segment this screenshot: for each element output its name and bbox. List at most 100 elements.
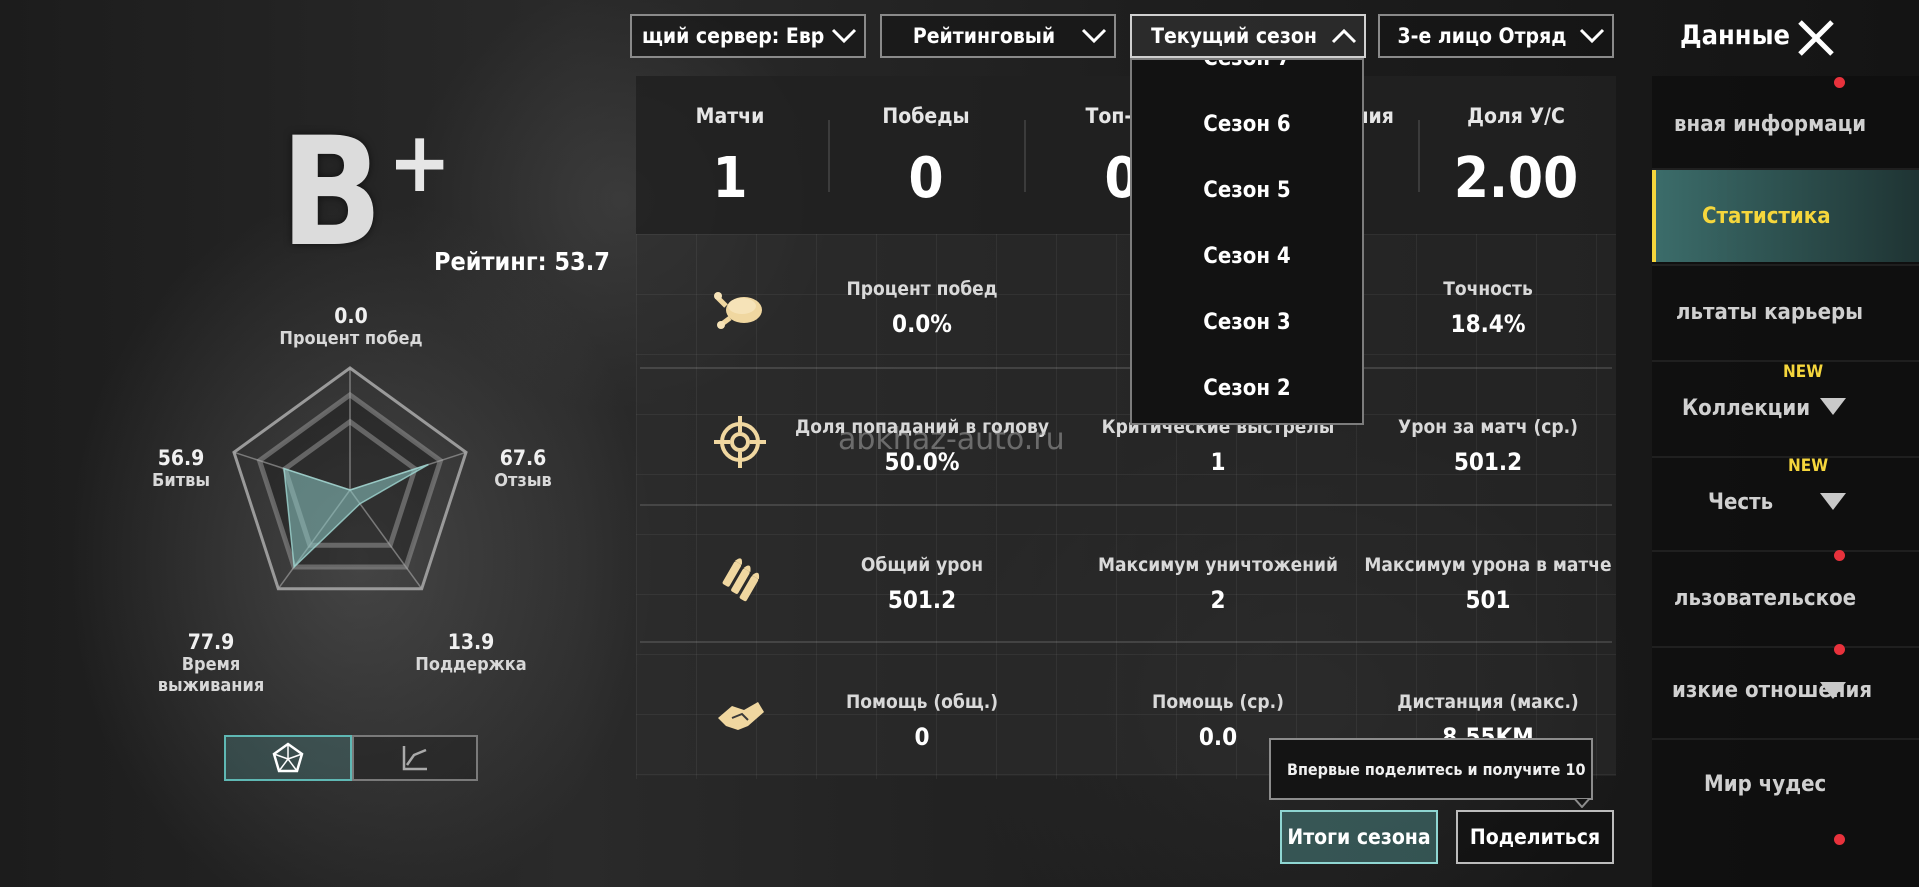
radar-name: Битвы xyxy=(152,470,210,491)
sidebar-item-relations[interactable]: изкие отношения xyxy=(1652,644,1919,736)
tooltip-arrow xyxy=(1574,798,1590,808)
row-divider xyxy=(640,641,1612,643)
stat-value: 501.2 xyxy=(1453,448,1523,476)
radar-name: Поддержка xyxy=(415,654,527,675)
radar-value: 13.9 xyxy=(447,630,495,654)
chevron-down-icon xyxy=(1820,398,1846,415)
stat-label: Общий урон xyxy=(860,554,984,576)
stat-value: 501.2 xyxy=(887,586,957,614)
crosshair-icon xyxy=(712,414,768,470)
server-dropdown-label: щий сервер: Европ xyxy=(642,24,824,48)
notification-dot xyxy=(1834,77,1845,88)
ammo-icon xyxy=(712,552,768,608)
summary-value: 0 xyxy=(908,146,944,211)
radar-value: 56.9 xyxy=(157,446,205,470)
mode-dropdown[interactable]: Рейтинговый xyxy=(880,14,1116,58)
line-view-toggle[interactable] xyxy=(352,735,478,781)
season-option[interactable]: Сезон 3 xyxy=(1132,310,1362,335)
sidebar-item-overview[interactable]: вная информаци xyxy=(1652,78,1919,170)
sidebar-item-label: льзовательское xyxy=(1674,585,1857,611)
stat-label: Дистанция (макс.) xyxy=(1397,691,1579,713)
line-chart-icon xyxy=(402,746,427,771)
radar-value: 77.9 xyxy=(187,630,235,654)
rating-text: Рейтинг: 53.7 xyxy=(434,247,610,276)
sidebar-item-label: льтаты карьеры xyxy=(1676,299,1864,325)
summary-label: Матчи xyxy=(695,104,765,128)
radar-name: Процент побед xyxy=(279,328,423,349)
share-button[interactable]: Поделиться xyxy=(1456,810,1614,864)
radar-axis-survival: 77.9 Время выживания xyxy=(126,630,296,696)
stat-value: 0.0% xyxy=(892,310,952,338)
sidebar-item-statistics[interactable]: Статистика xyxy=(1652,170,1919,262)
new-badge: NEW xyxy=(1783,362,1824,382)
summary-value: 1 xyxy=(712,146,748,211)
sidebar-item-label: вная информаци xyxy=(1674,111,1867,137)
stat-label: Максимум урона в матче xyxy=(1364,554,1612,576)
season-dropdown-menu[interactable]: Сезон 7 Сезон 6 Сезон 5 Сезон 4 Сезон 3 … xyxy=(1130,58,1364,425)
radar-axis-support: 13.9 Поддержка xyxy=(386,630,556,675)
chevron-up-icon xyxy=(1324,16,1364,56)
season-dropdown[interactable]: Текущий сезон xyxy=(1130,14,1366,58)
share-reward-tooltip: Впервые поделитесь и получите 10 xyxy=(1269,738,1593,800)
radar-axis-battles: 56.9 Битвы xyxy=(96,446,266,491)
radar-value: 0.0 xyxy=(334,304,368,328)
sidebar-item-label: Статистика xyxy=(1702,203,1831,229)
stat-label: Помощь (ср.) xyxy=(1152,691,1284,713)
row-divider xyxy=(640,504,1612,506)
sidebar-item-career[interactable]: льтаты карьеры xyxy=(1652,266,1919,358)
handshake-icon xyxy=(712,688,768,744)
summary-label: Победы xyxy=(882,104,970,128)
stat-value: 0 xyxy=(914,723,930,751)
radar-name: Время выживания xyxy=(157,654,265,696)
sidebar-item-label: Мир чудес xyxy=(1704,771,1827,797)
new-badge: NEW xyxy=(1788,456,1829,476)
rank-tier: B xyxy=(280,106,383,280)
summary-value: 2.00 xyxy=(1453,146,1579,211)
chevron-down-icon xyxy=(1820,493,1846,510)
pentagon-icon xyxy=(272,742,304,773)
tooltip-text: Впервые поделитесь и получите 10 xyxy=(1287,759,1586,779)
chicken-icon xyxy=(712,276,768,332)
season-option[interactable]: Сезон 5 xyxy=(1132,178,1362,203)
rank-modifier: + xyxy=(388,113,452,211)
chevron-down-icon xyxy=(1572,16,1612,56)
radar-axis-recall: 67.6 Отзыв xyxy=(438,446,608,491)
radar-view-toggle[interactable] xyxy=(224,735,352,781)
chevron-down-icon xyxy=(1074,16,1114,56)
summary-label: Доля У/С xyxy=(1467,104,1565,128)
stat-label: Процент побед xyxy=(846,278,998,300)
perspective-dropdown-label: 3-е лицо Отряд xyxy=(1397,24,1567,48)
watermark: abkhaz-auto.ru xyxy=(838,422,1065,457)
close-icon xyxy=(1798,20,1834,56)
perspective-dropdown[interactable]: 3-е лицо Отряд xyxy=(1378,14,1614,58)
season-option[interactable]: Сезон 2 xyxy=(1132,376,1362,401)
sidebar-item-custom[interactable]: льзовательское xyxy=(1652,552,1919,644)
radar-axis-win: 0.0 Процент побед xyxy=(266,304,436,349)
page-title: Данные xyxy=(1680,20,1791,51)
season-option[interactable]: Сезон 7 xyxy=(1132,60,1362,71)
stat-label: Точность xyxy=(1443,278,1533,300)
radar-value: 67.6 xyxy=(499,446,547,470)
stat-value: 18.4% xyxy=(1450,310,1526,338)
stat-value: 501 xyxy=(1465,586,1511,614)
close-button[interactable] xyxy=(1794,16,1838,60)
row-divider xyxy=(640,367,1612,369)
sidebar-item-label: Честь xyxy=(1708,489,1774,515)
notification-dot xyxy=(1834,834,1845,845)
sidebar-item-honor[interactable]: Честь xyxy=(1652,456,1919,548)
radar-name: Отзыв xyxy=(494,470,552,491)
sidebar-item-label: Коллекции xyxy=(1682,395,1811,421)
season-results-button[interactable]: Итоги сезона xyxy=(1280,810,1438,864)
stat-label: Урон за матч (ср.) xyxy=(1398,416,1578,438)
chevron-down-icon xyxy=(1820,682,1846,699)
season-option[interactable]: Сезон 6 xyxy=(1132,112,1362,137)
season-option[interactable]: Сезон 4 xyxy=(1132,244,1362,269)
stat-label: Помощь (общ.) xyxy=(845,691,999,713)
season-dropdown-label: Текущий сезон xyxy=(1151,24,1317,48)
chevron-down-icon xyxy=(824,16,864,56)
server-dropdown[interactable]: щий сервер: Европ xyxy=(630,14,866,58)
stat-value: 2 xyxy=(1210,586,1226,614)
stat-value: 1 xyxy=(1210,448,1226,476)
sidebar-item-wonderland[interactable]: Мир чудес xyxy=(1652,738,1919,830)
mode-dropdown-label: Рейтинговый xyxy=(912,24,1056,48)
